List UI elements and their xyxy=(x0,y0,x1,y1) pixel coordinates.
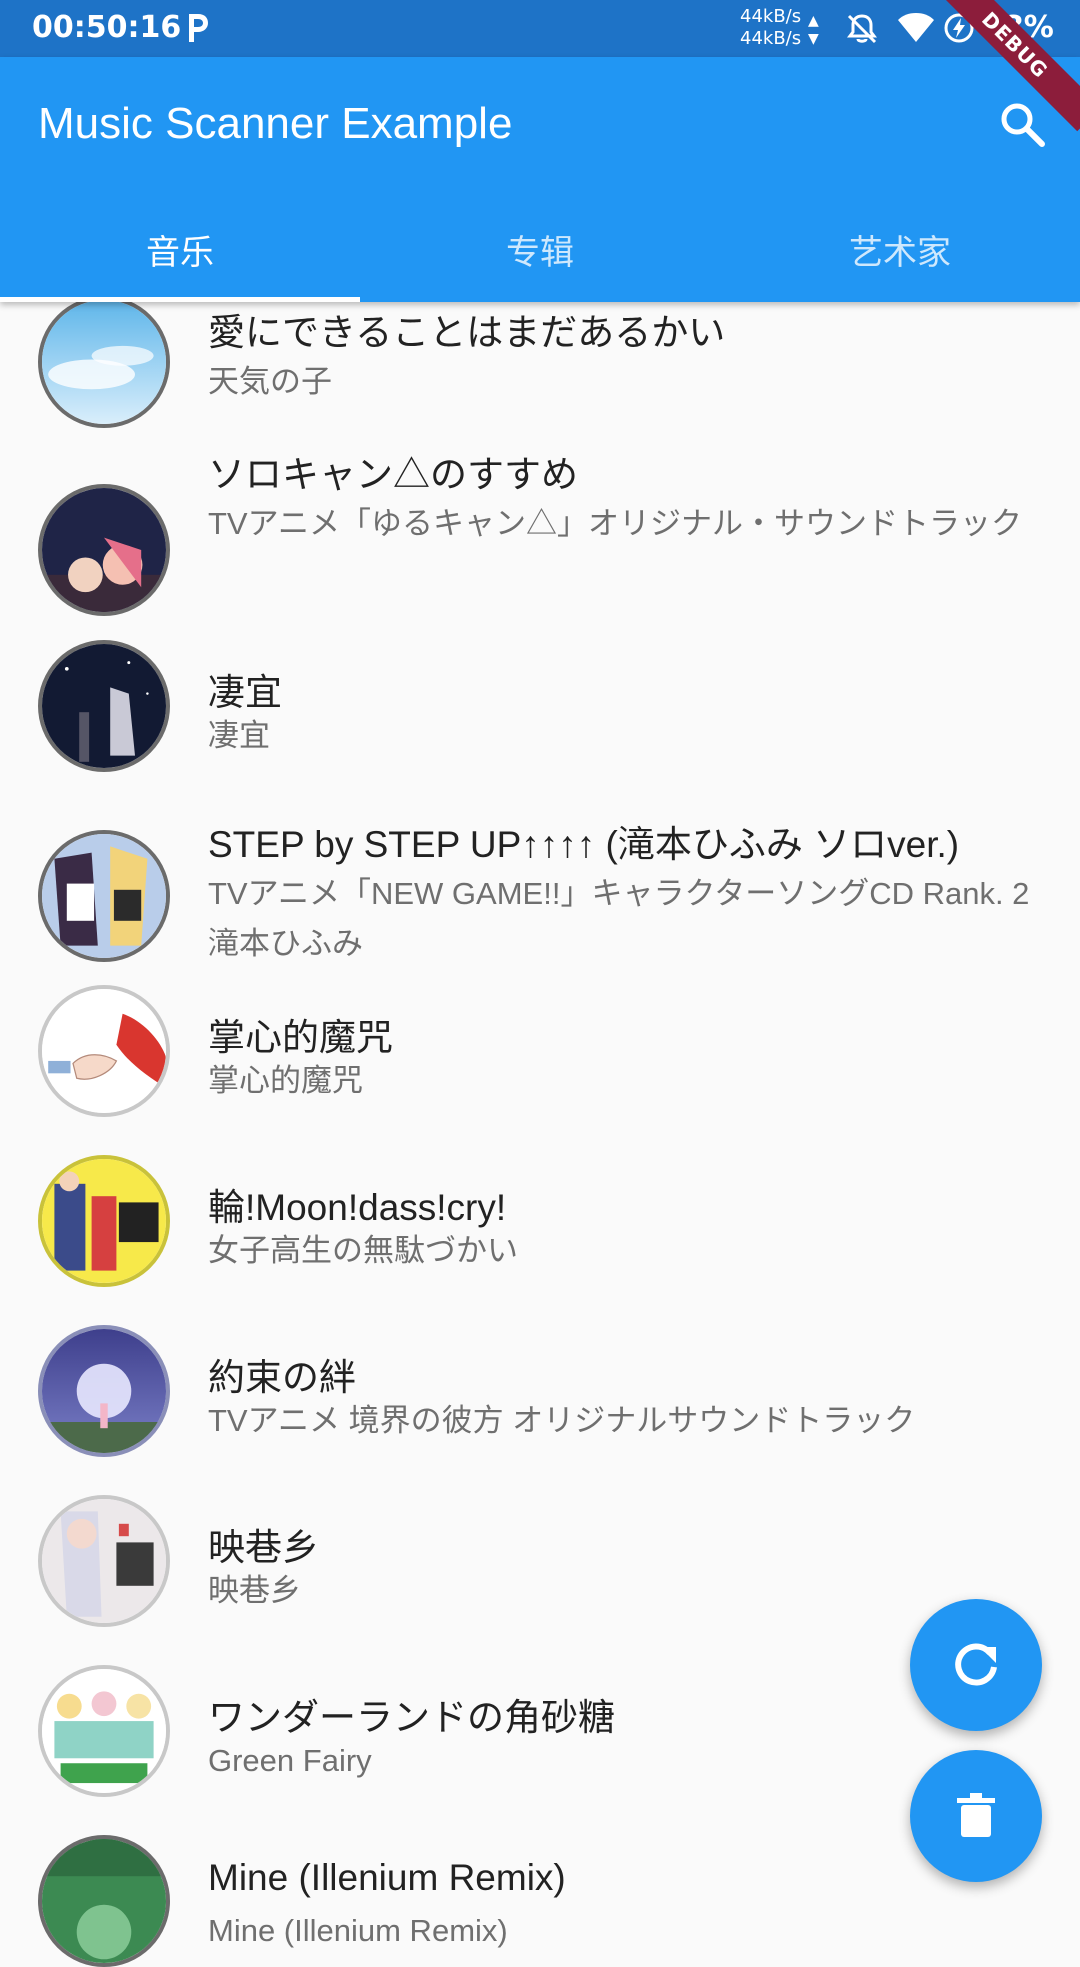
trash-icon xyxy=(957,1793,995,1837)
album-art xyxy=(38,296,170,428)
tab-music[interactable]: 音乐 xyxy=(0,204,360,302)
album-art xyxy=(38,1835,170,1967)
delete-button[interactable] xyxy=(910,1750,1042,1882)
song-album: 天気の子 xyxy=(208,364,332,399)
album-art xyxy=(38,985,170,1117)
tab-bar: 音乐 专辑 艺术家 xyxy=(0,204,1080,302)
song-title: 映巷乡 xyxy=(208,1527,319,1568)
wifi-icon xyxy=(898,13,934,42)
app-bar: Music Scanner Example 音乐 专辑 艺术家 xyxy=(0,57,1080,302)
tab-artists[interactable]: 艺术家 xyxy=(720,204,1080,302)
album-art xyxy=(38,1665,170,1797)
song-album: TVアニメ 境界の彼方 オリジナルサウンドトラック xyxy=(208,1403,916,1438)
song-album: TVアニメ「NEW GAME!!」キャラクターソングCD Rank. 2 滝本ひ… xyxy=(208,876,1030,961)
list-item[interactable]: 約束の絆 TVアニメ 境界の彼方 オリジナルサウンドトラック xyxy=(0,1325,1080,1457)
tab-albums[interactable]: 专辑 xyxy=(360,204,720,302)
album-art xyxy=(38,1495,170,1627)
album-art xyxy=(38,640,170,772)
app-title: Music Scanner Example xyxy=(38,99,513,148)
list-item[interactable]: 愛にできることはまだあるかい 天気の子 xyxy=(0,296,1080,428)
song-title: STEP by STEP UP↑↑↑↑ (滝本ひふみ ソロver.) xyxy=(208,824,960,865)
list-item[interactable]: 凄宜 凄宜 xyxy=(0,640,1080,772)
album-art xyxy=(38,484,170,616)
album-art xyxy=(38,1155,170,1287)
list-item[interactable]: 映巷乡 映巷乡 xyxy=(0,1495,1080,1627)
net-down-text: 44kB/s xyxy=(740,28,802,49)
parking-icon xyxy=(189,14,208,42)
bell-off-icon xyxy=(847,14,877,44)
song-title: 輪!Moon!dass!cry! xyxy=(208,1187,507,1228)
network-speed: 44kB/s 44kB/s xyxy=(740,6,801,50)
song-title: 掌心的魔咒 xyxy=(208,1017,393,1058)
refresh-icon xyxy=(955,1643,997,1686)
album-art xyxy=(38,830,170,962)
list-item[interactable]: 掌心的魔咒 掌心的魔咒 xyxy=(0,985,1080,1117)
song-title: ソロキャン△のすすめ xyxy=(208,454,578,495)
song-album: 女子高生の無駄づかい xyxy=(208,1233,518,1268)
status-time: 00:50:16 xyxy=(32,10,182,45)
refresh-button[interactable] xyxy=(910,1599,1042,1731)
list-item[interactable]: STEP by STEP UP↑↑↑↑ (滝本ひふみ ソロver.) TVアニメ… xyxy=(0,812,1080,972)
song-title: 凄宜 xyxy=(208,672,282,713)
song-album: 映巷乡 xyxy=(208,1573,301,1608)
net-arrows-icon: ▲ ▼ xyxy=(808,13,819,47)
net-up-text: 44kB/s xyxy=(740,6,802,27)
list-item[interactable]: 輪!Moon!dass!cry! 女子高生の無駄づかい xyxy=(0,1155,1080,1287)
album-art xyxy=(38,1325,170,1457)
song-album: 掌心的魔咒 xyxy=(208,1063,363,1098)
list-item[interactable]: ソロキャン△のすすめ TVアニメ「ゆるキャン△」オリジナル・サウンドトラック xyxy=(0,442,1080,616)
song-title: Mine (Illenium Remix) xyxy=(208,1857,566,1898)
song-title: 約束の絆 xyxy=(208,1357,356,1398)
song-album: 凄宜 xyxy=(208,718,270,753)
song-title: ワンダーランドの角砂糖 xyxy=(208,1697,615,1738)
search-icon[interactable] xyxy=(998,100,1046,148)
song-album: Mine (Illenium Remix) xyxy=(208,1913,508,1948)
status-bar: 00:50:16 44kB/s 44kB/s ▲▼ 98% xyxy=(0,0,1080,57)
list-item[interactable]: Mine (Illenium Remix) Mine (Illenium Rem… xyxy=(0,1835,1080,1967)
song-album: TVアニメ「ゆるキャン△」オリジナル・サウンドトラック xyxy=(208,506,1022,541)
song-title: 愛にできることはまだあるかい xyxy=(208,312,726,353)
